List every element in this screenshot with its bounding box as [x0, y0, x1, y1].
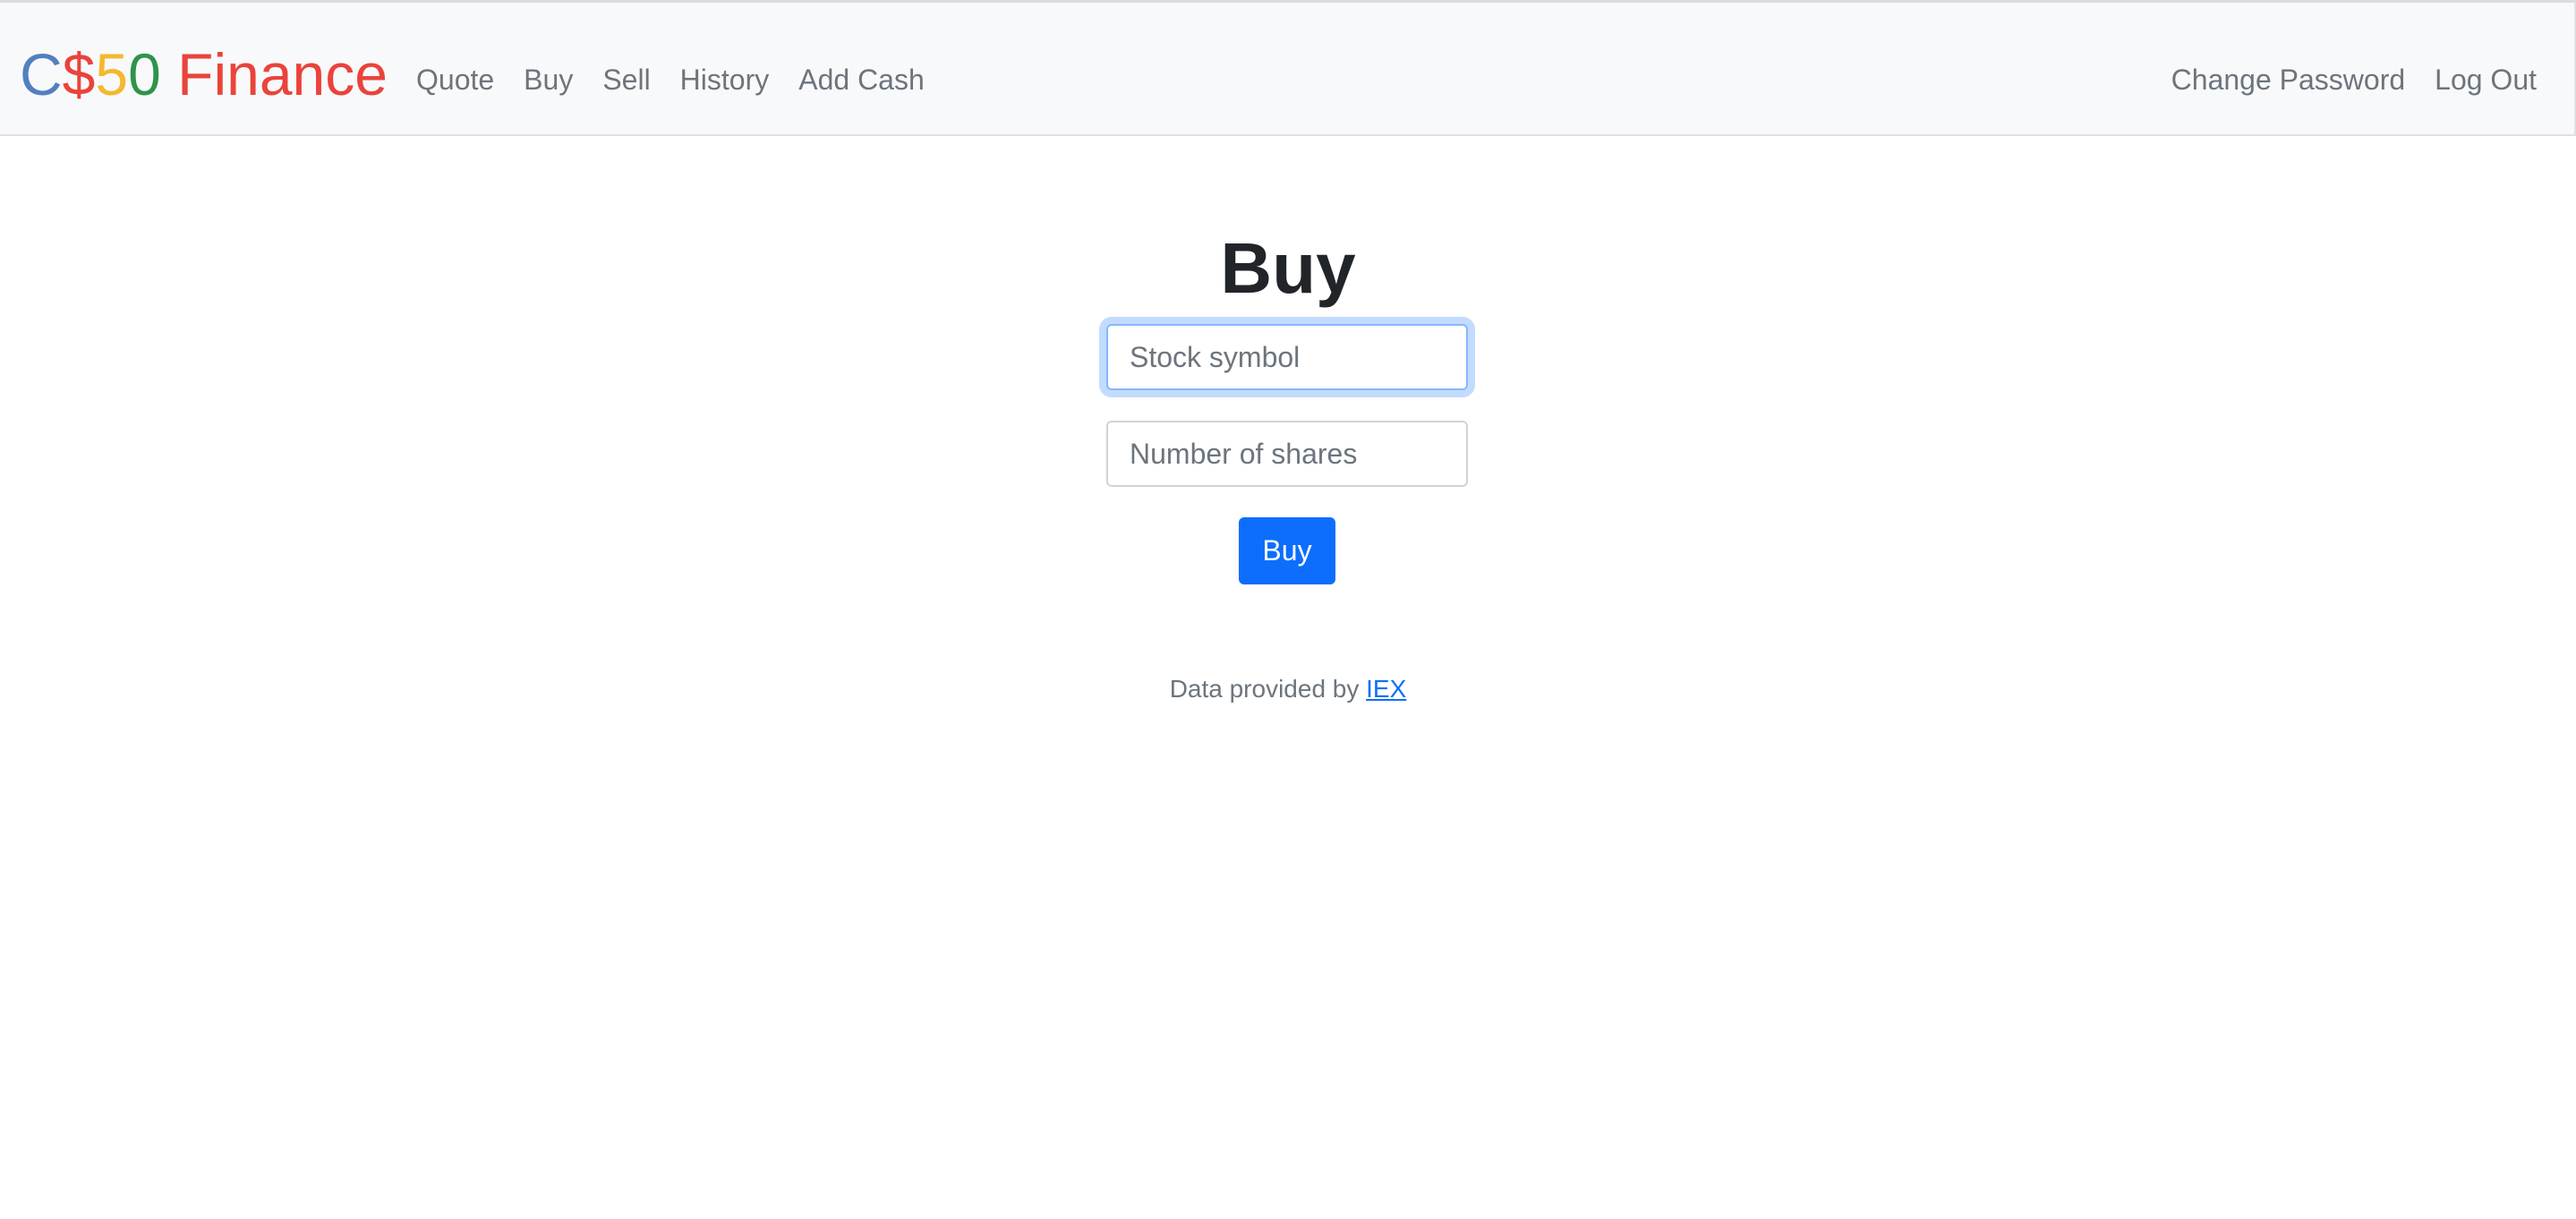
nav-sell-link[interactable]: Sell [602, 64, 650, 96]
iex-link[interactable]: IEX [1366, 675, 1406, 703]
brand-letter-0: 0 [128, 41, 161, 107]
number-of-shares-input[interactable] [1106, 421, 1468, 487]
brand-finance: Finance [160, 41, 388, 107]
brand-letter-c: C [20, 41, 63, 107]
brand-letter-5: 5 [95, 41, 129, 107]
footer: Data provided by IEX [0, 673, 2576, 705]
nav-log-out-link[interactable]: Log Out [2435, 64, 2537, 96]
stock-symbol-input[interactable] [1106, 324, 1468, 390]
nav-left: Quote Buy Sell History Add Cash [416, 64, 954, 96]
brand-letter-dollar: $ [62, 41, 96, 107]
footer-text: Data provided by [1169, 675, 1367, 703]
nav-buy-link[interactable]: Buy [524, 64, 573, 96]
brand-logo-link[interactable]: C$50 Finance [20, 42, 388, 107]
buy-submit-button[interactable]: Buy [1239, 517, 1335, 584]
nav-change-password-link[interactable]: Change Password [2171, 64, 2405, 96]
navbar: C$50 Finance Quote Buy Sell History Add … [0, 0, 2576, 136]
nav-add-cash-link[interactable]: Add Cash [798, 64, 925, 96]
nav-quote-link[interactable]: Quote [416, 64, 494, 96]
page-title: Buy [1220, 228, 1356, 308]
nav-right: Change Password Log Out [2142, 64, 2537, 96]
nav-history-link[interactable]: History [680, 64, 770, 96]
